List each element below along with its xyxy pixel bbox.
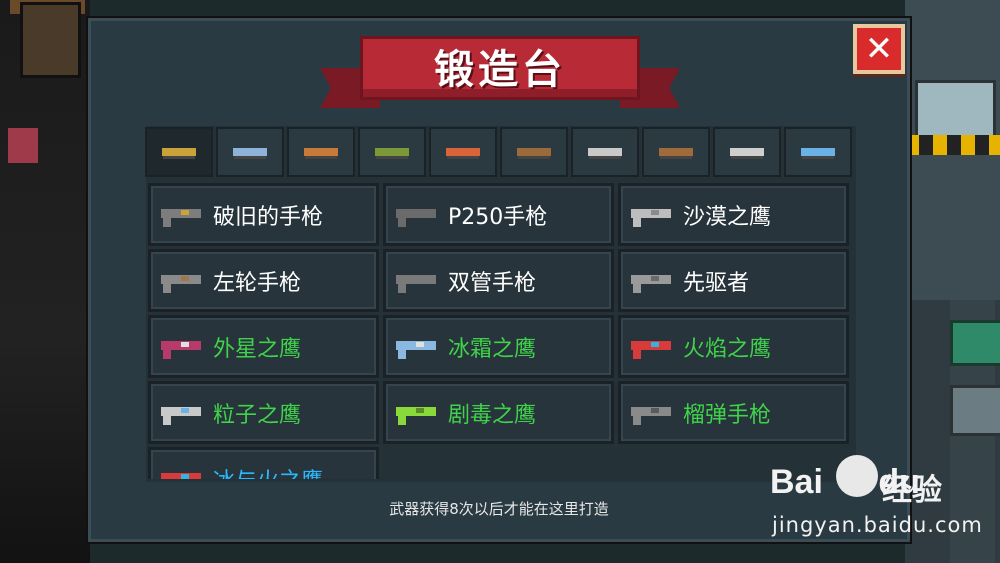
tab-rifle[interactable] [216, 127, 284, 177]
title-ribbon: 锻造台 [320, 30, 680, 112]
shuriken-icon [730, 148, 764, 156]
gun-icon [157, 464, 207, 479]
weapon-name: 双管手枪 [448, 270, 537, 296]
weapon-cell[interactable]: 粒子之鹰 [148, 381, 379, 444]
weapon-name: 先驱者 [683, 270, 750, 296]
tab-rocket-launcher[interactable] [358, 127, 426, 177]
paw-icon [836, 455, 878, 497]
page-title: 锻造台 [434, 47, 566, 93]
watermark-brand-bai: Bai [770, 463, 823, 501]
weapon-cell[interactable]: 沙漠之鹰 [618, 183, 849, 246]
weapon-cell[interactable]: 榴弹手枪 [618, 381, 849, 444]
weapon-name: 火焰之鹰 [683, 336, 772, 362]
weapon-name: 剧毒之鹰 [448, 402, 537, 428]
close-icon: ✕ [864, 29, 894, 69]
gun-icon [157, 200, 207, 230]
weapon-cell[interactable]: 先驱者 [618, 249, 849, 312]
tab-fish[interactable] [784, 127, 852, 177]
gun-icon [392, 266, 442, 296]
gun-icon [392, 398, 442, 428]
spear-icon [659, 148, 693, 156]
weapon-category-tabs [145, 127, 852, 177]
gun-icon [392, 200, 442, 230]
weapon-cell[interactable]: 左轮手枪 [148, 249, 379, 312]
weapon-cell[interactable]: 火焰之鹰 [618, 315, 849, 378]
pistol-icon [162, 148, 196, 156]
weapon-cell[interactable]: 剧毒之鹰 [383, 381, 614, 444]
baidu-watermark: Bai du 经验 jingyan.baidu.com [770, 455, 1000, 545]
weapon-name: 左轮手枪 [213, 270, 302, 296]
gun-icon [627, 398, 677, 428]
gun-icon [157, 398, 207, 428]
bag-prop [8, 128, 38, 163]
rocket-launcher-icon [375, 148, 409, 156]
weapon-name: 沙漠之鹰 [683, 204, 772, 230]
weapon-name: 外星之鹰 [213, 336, 302, 362]
tab-bow[interactable] [500, 127, 568, 177]
gun-icon [627, 332, 677, 362]
blaster-icon [446, 148, 480, 156]
rifle-icon [233, 148, 267, 156]
weapon-cell[interactable]: 双管手枪 [383, 249, 614, 312]
gun-icon [392, 332, 442, 362]
gun-icon [627, 266, 677, 296]
gun-icon [157, 332, 207, 362]
weapon-cell[interactable]: P250手枪 [383, 183, 614, 246]
weapon-name: 榴弹手枪 [683, 402, 772, 428]
background-scene-left [0, 0, 90, 563]
shotgun-icon [304, 148, 338, 156]
weapon-cell[interactable]: 冰霜之鹰 [383, 315, 614, 378]
weapon-cell[interactable]: 破旧的手枪 [148, 183, 379, 246]
tab-sword[interactable] [571, 127, 639, 177]
weapon-name: 冰霜之鹰 [448, 336, 537, 362]
hazard-stripe [905, 135, 1000, 155]
close-button[interactable]: ✕ [853, 24, 905, 74]
watermark-url: jingyan.baidu.com [772, 513, 983, 537]
tab-shuriken[interactable] [713, 127, 781, 177]
sword-icon [588, 148, 622, 156]
metal-crate [950, 385, 1000, 436]
weapon-cell[interactable]: 外星之鹰 [148, 315, 379, 378]
bow-icon [517, 148, 551, 156]
weapon-name: 冰与火之鹰 [213, 463, 323, 480]
weapon-name: P250手枪 [448, 204, 548, 230]
tab-shotgun[interactable] [287, 127, 355, 177]
gun-icon [157, 266, 207, 296]
gun-icon [627, 200, 677, 230]
watermark-cn: 经验 [882, 473, 942, 508]
weapon-name: 粒子之鹰 [213, 402, 302, 428]
treasure-chest [950, 320, 1000, 366]
tab-blaster[interactable] [429, 127, 497, 177]
weapon-cell[interactable]: 冰与火之鹰 [148, 447, 379, 479]
weapon-grid: 破旧的手枪 P250手枪 沙漠之鹰左轮手枪 双管手枪 先驱者外星之鹰 冰霜之鹰 火焰之鹰粒子… [148, 183, 850, 479]
tab-spear[interactable] [642, 127, 710, 177]
npc-character [20, 2, 81, 78]
fish-icon [801, 148, 835, 156]
weapon-name: 破旧的手枪 [213, 204, 324, 230]
tab-pistol[interactable] [145, 127, 213, 177]
